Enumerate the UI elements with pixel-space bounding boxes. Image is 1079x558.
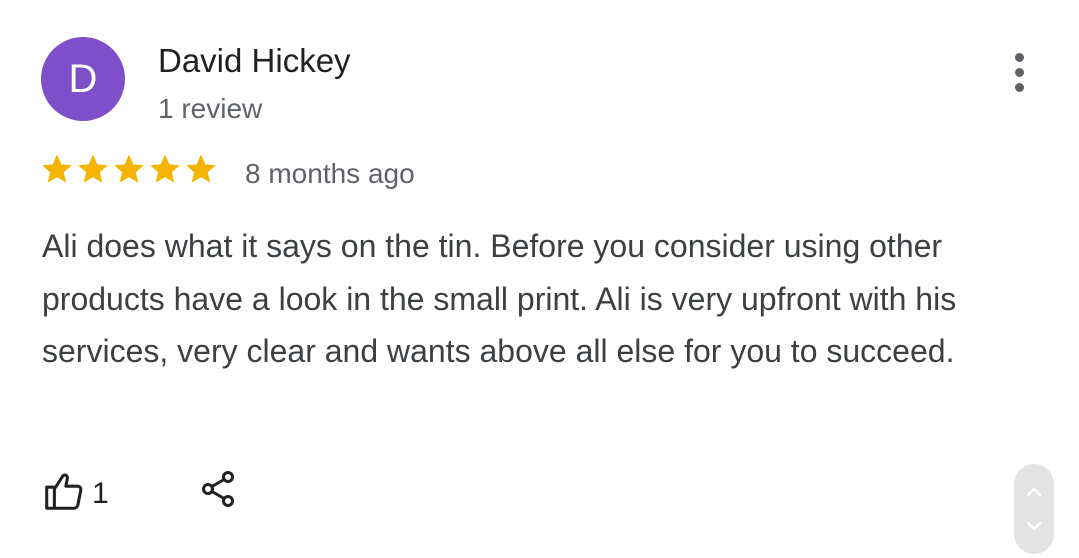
star-icon	[184, 152, 218, 186]
avatar-initial: D	[68, 56, 98, 101]
star-icon	[40, 152, 74, 186]
like-button[interactable]: 1	[40, 468, 109, 519]
chevron-down-icon[interactable]	[1022, 516, 1046, 536]
review-count: 1 review	[158, 93, 263, 124]
review-text: Ali does what it says on the tin. Before…	[42, 228, 957, 369]
chevron-up-icon[interactable]	[1022, 482, 1046, 502]
reviewer-name[interactable]: David Hickey	[158, 42, 351, 80]
more-vert-icon-dot	[1014, 67, 1024, 77]
review-card: D David Hickey 1 review 8 months ago Ali…	[0, 0, 1079, 558]
share-icon	[202, 471, 234, 507]
more-vert-icon-dot	[1014, 82, 1024, 92]
review-time: 8 months ago	[245, 158, 415, 189]
share-button[interactable]	[195, 464, 243, 512]
star-rating	[40, 152, 218, 186]
scroll-control[interactable]	[1014, 464, 1054, 554]
thumbs-up-icon	[40, 468, 86, 519]
more-options-button[interactable]	[1000, 50, 1038, 94]
avatar[interactable]: D	[41, 37, 125, 121]
star-icon	[112, 152, 146, 186]
star-icon	[148, 152, 182, 186]
star-icon	[76, 152, 110, 186]
more-vert-icon	[1014, 52, 1024, 62]
like-count: 1	[92, 476, 109, 510]
